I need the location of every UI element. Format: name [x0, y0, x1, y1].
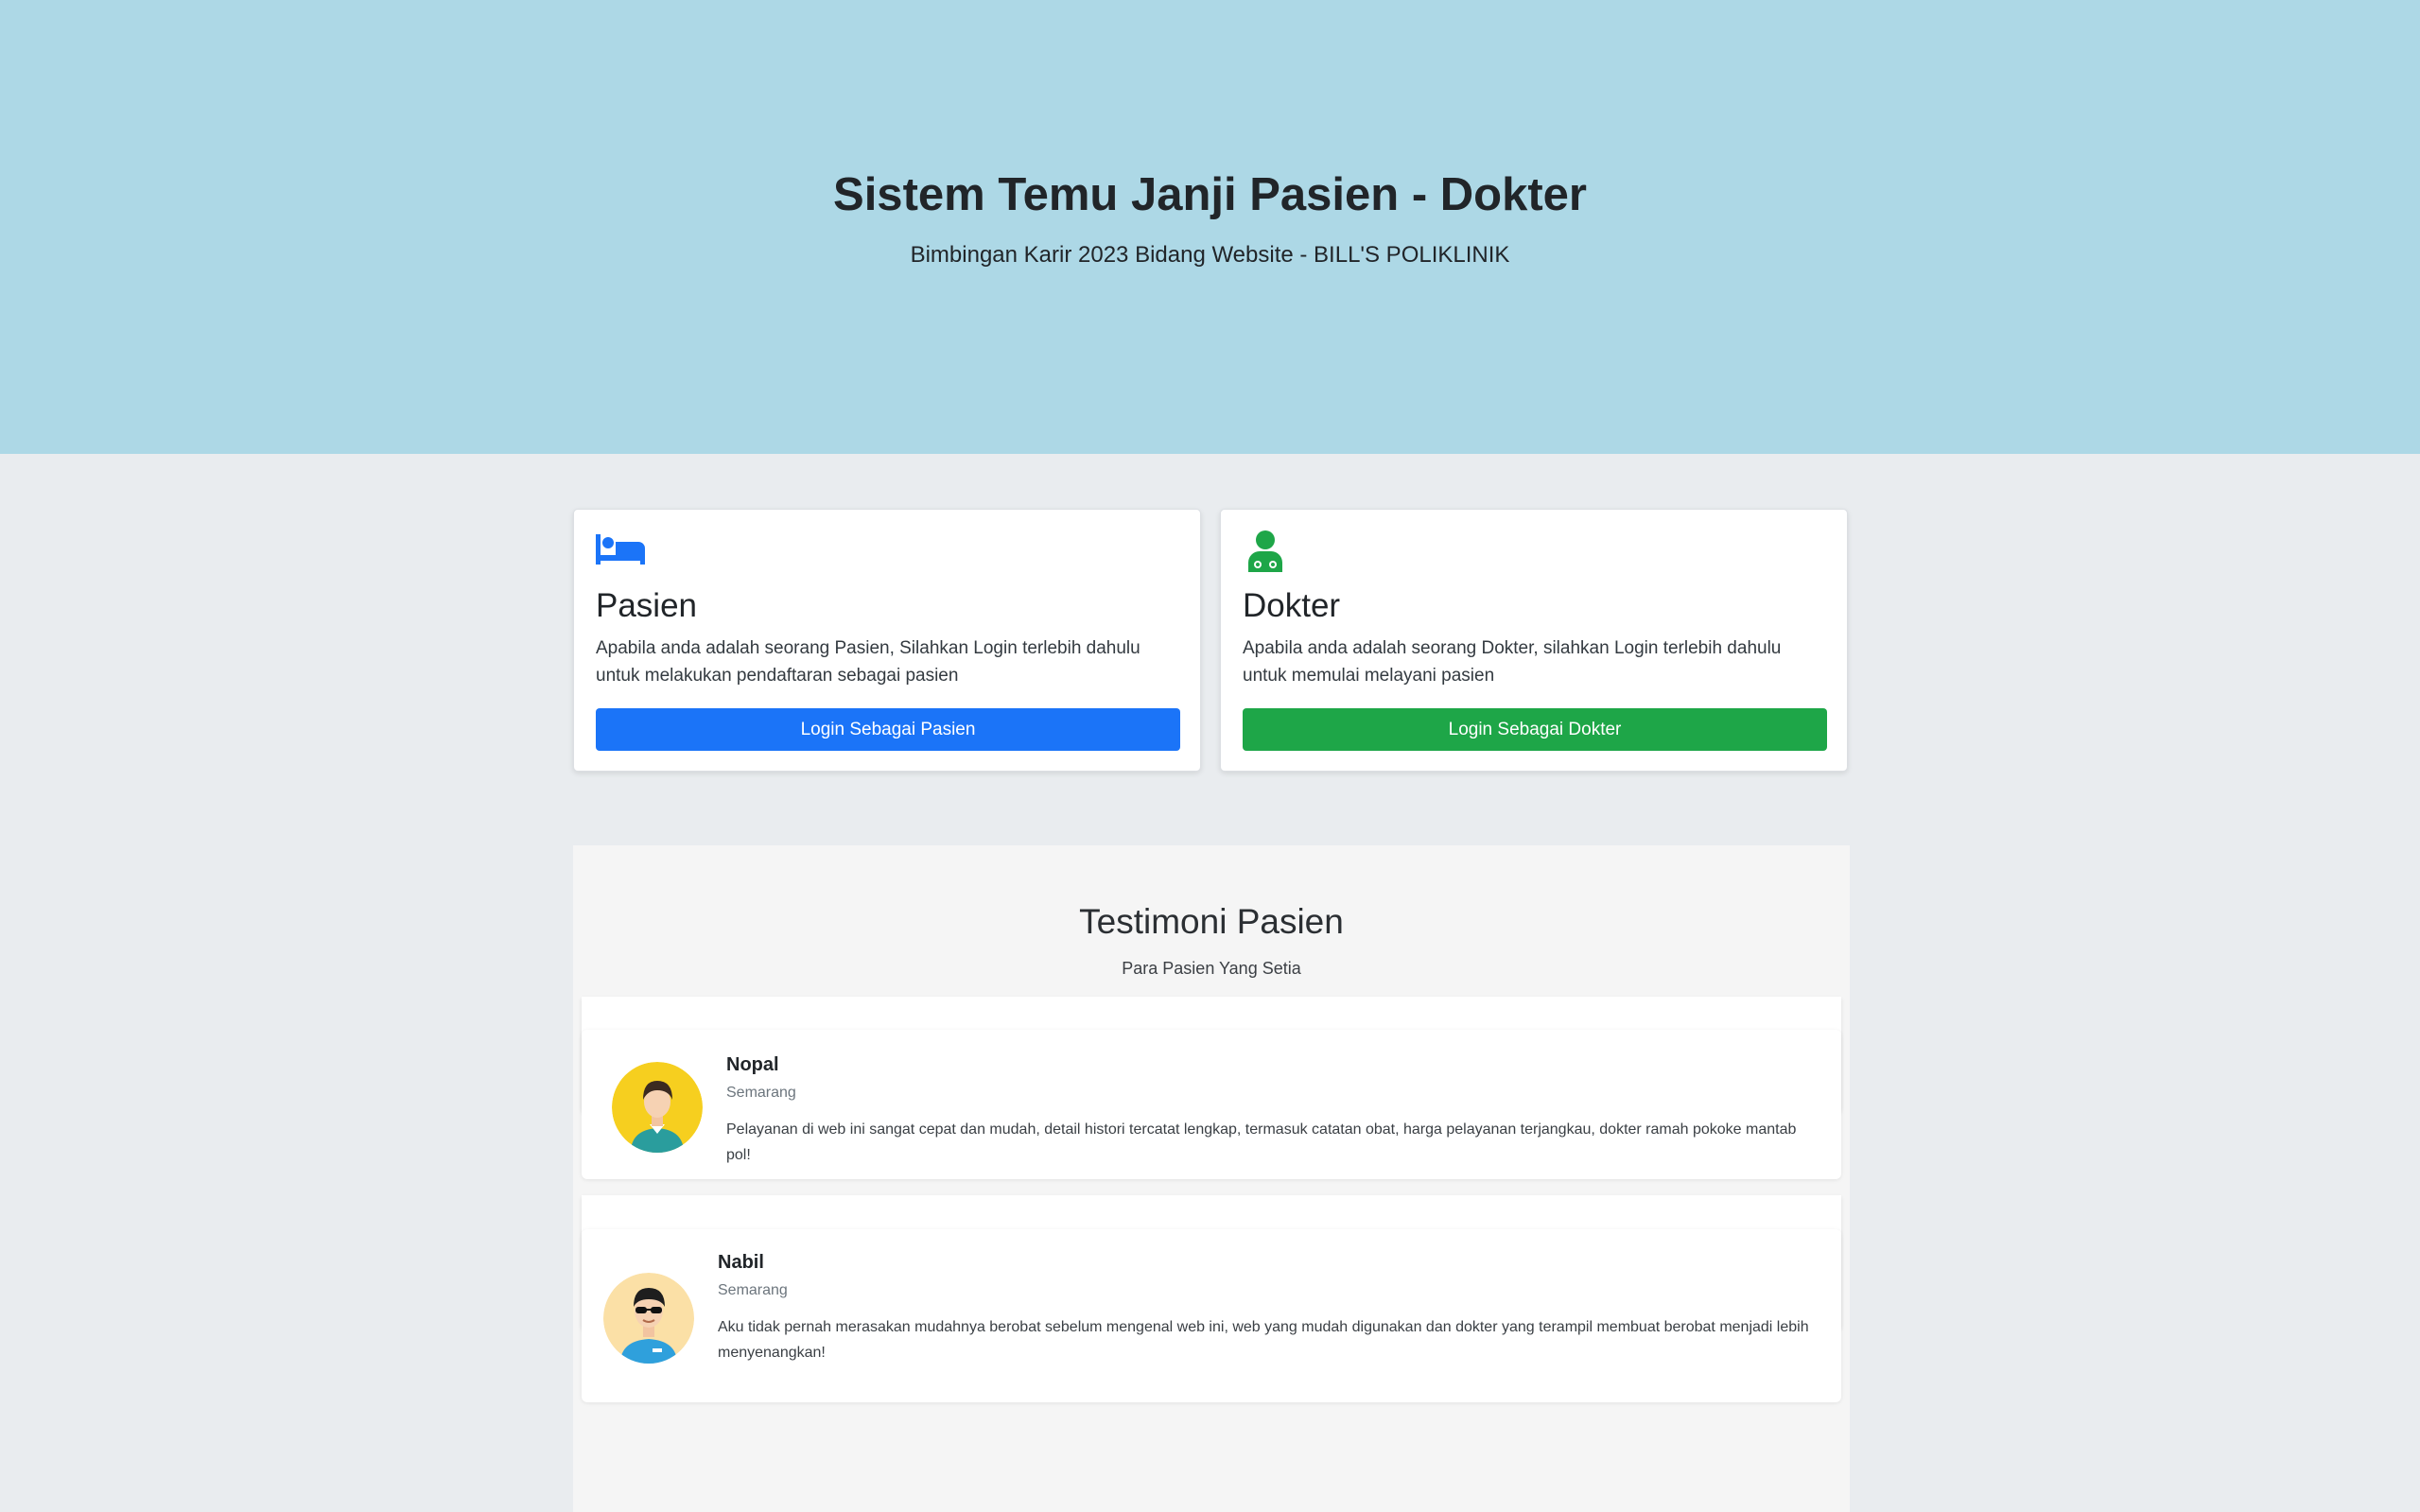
testimonials-title: Testimoni Pasien — [1079, 902, 1344, 941]
hero-title: Sistem Temu Janji Pasien - Dokter — [833, 169, 1587, 220]
dokter-description: Apabila anda adalah seorang Dokter, sila… — [1243, 638, 1782, 686]
dokter-title: Dokter — [1243, 587, 1341, 624]
testimonial-city: Semarang — [726, 1085, 796, 1101]
login-pasien-button[interactable]: Login Sebagai Pasien — [596, 708, 1180, 751]
testimonials-section: Testimoni Pasien Para Pasien Yang Setia … — [573, 845, 1850, 1512]
sunglasses-man-avatar-icon — [603, 1273, 694, 1364]
testimonial-text: Pelayanan di web ini sangat cepat dan mu… — [726, 1121, 1797, 1163]
bed-icon — [596, 530, 647, 572]
man-avatar-icon — [612, 1062, 703, 1153]
testimonial-text: Aku tidak pernah merasakan mudahnya bero… — [718, 1319, 1809, 1361]
pasien-card: Pasien Apabila anda adalah seorang Pasie… — [573, 509, 1201, 772]
dokter-card: Dokter Apabila anda adalah seorang Dokte… — [1220, 509, 1848, 772]
doctor-icon — [1243, 530, 1294, 572]
hero-subtitle: Bimbingan Karir 2023 Bidang Website - BI… — [910, 242, 1510, 268]
pasien-description: Apabila anda adalah seorang Pasien, Sila… — [596, 638, 1140, 686]
testimonial-card: Nopal Semarang Pelayanan di web ini sang… — [582, 1030, 1841, 1179]
testimonial-card: Nabil Semarang Aku tidak pernah merasaka… — [582, 1229, 1841, 1402]
testimonial-name: Nabil — [718, 1252, 764, 1273]
pasien-title: Pasien — [596, 587, 698, 624]
testimonials-subtitle: Para Pasien Yang Setia — [1122, 959, 1301, 978]
testimonial-city: Semarang — [718, 1282, 788, 1298]
login-dokter-button[interactable]: Login Sebagai Dokter — [1243, 708, 1827, 751]
testimonial-name: Nopal — [726, 1054, 779, 1075]
hero-banner: Sistem Temu Janji Pasien - Dokter Bimbin… — [0, 0, 2420, 454]
